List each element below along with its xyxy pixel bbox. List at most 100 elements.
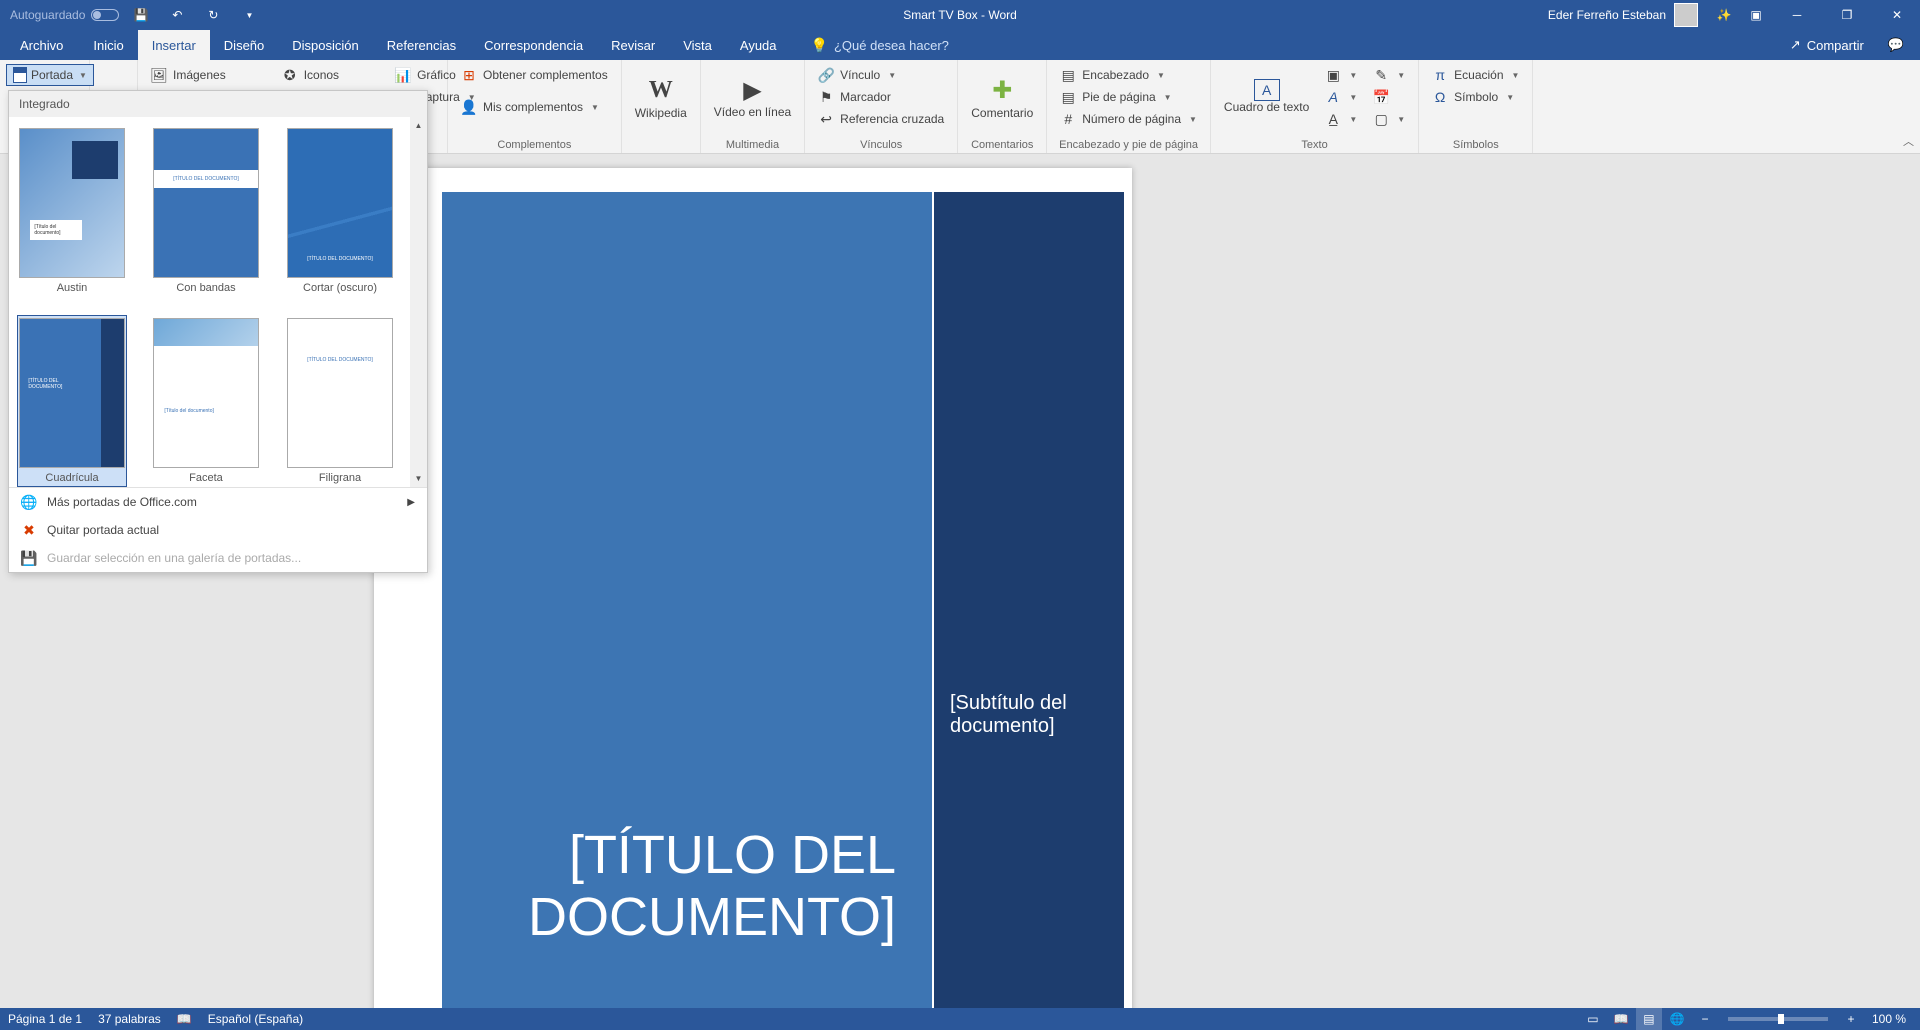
tab-help[interactable]: Ayuda [726, 30, 791, 60]
remove-cover-button[interactable]: ✖ Quitar portada actual [9, 516, 427, 544]
page[interactable]: [TÍTULO DEL DOCUMENTO] [Subtítulo del do… [374, 168, 1132, 1008]
comment-button[interactable]: ✚ Comentario [964, 64, 1040, 130]
gallery-scrollbar[interactable]: ▲ ▼ [410, 117, 427, 487]
tell-me-search[interactable]: 💡 ¿Qué desea hacer? [791, 30, 949, 60]
web-layout-button[interactable]: 🌐 [1664, 1008, 1690, 1030]
equation-button[interactable]: πEcuación▼ [1425, 64, 1526, 86]
redo-icon[interactable]: ↻ [199, 1, 227, 29]
store-icon: ⊞ [461, 67, 477, 83]
quick-parts-button[interactable]: ▣▼ [1318, 64, 1364, 86]
text-box-icon: A [1254, 79, 1280, 101]
collapse-ribbon-button[interactable]: ︿ [1903, 133, 1914, 149]
cross-reference-button[interactable]: ↩Referencia cruzada [811, 108, 951, 130]
zoom-slider[interactable] [1728, 1017, 1828, 1021]
cover-template-filigrana[interactable]: Filigrana [285, 315, 395, 487]
user-name: Eder Ferreño Esteban [1548, 8, 1666, 22]
tab-mailings[interactable]: Correspondencia [470, 30, 597, 60]
cover-template-con-bandas[interactable]: Con bandas [151, 125, 261, 297]
zoom-out-button[interactable]: − [1692, 1008, 1718, 1030]
tab-review[interactable]: Revisar [597, 30, 669, 60]
tab-file[interactable]: Archivo [4, 30, 79, 60]
document-title-placeholder[interactable]: [TÍTULO DEL DOCUMENTO] [442, 824, 896, 948]
group-header-footer-label: Encabezado y pie de página [1053, 137, 1204, 151]
print-layout-button[interactable]: ▤ [1636, 1008, 1662, 1030]
read-mode-button[interactable]: 📖 [1608, 1008, 1634, 1030]
scroll-down-icon[interactable]: ▼ [410, 470, 427, 487]
quick-parts-icon: ▣ [1325, 67, 1341, 83]
spell-check-icon[interactable]: 📖 [177, 1012, 192, 1026]
more-covers-office-button[interactable]: 🌐 Más portadas de Office.com ▶ [9, 488, 427, 516]
wikipedia-button[interactable]: W Wikipedia [628, 64, 694, 130]
word-count[interactable]: 37 palabras [98, 1012, 161, 1026]
pictures-icon: 🖼 [151, 67, 167, 83]
object-icon: ▢ [1373, 111, 1389, 127]
status-bar: Página 1 de 1 37 palabras 📖 Español (Esp… [0, 1008, 1920, 1030]
cover-side-panel[interactable]: [Subtítulo del documento] [934, 192, 1124, 1008]
symbol-button[interactable]: ΩSímbolo▼ [1425, 86, 1526, 108]
group-links-label: Vínculos [811, 137, 951, 151]
focus-mode-button[interactable]: ▭ [1580, 1008, 1606, 1030]
page-indicator[interactable]: Página 1 de 1 [8, 1012, 82, 1026]
undo-icon[interactable]: ↶ [163, 1, 191, 29]
link-button[interactable]: 🔗Vínculo▼ [811, 64, 951, 86]
tab-view[interactable]: Vista [669, 30, 726, 60]
date-time-button[interactable]: 📅 [1366, 86, 1412, 108]
addins-icon: 👤 [461, 99, 477, 115]
header-button[interactable]: ▤Encabezado▼ [1053, 64, 1204, 86]
coming-soon-icon[interactable]: ✨ [1710, 1, 1738, 29]
signature-icon: ✎ [1373, 67, 1389, 83]
zoom-level[interactable]: 100 % [1866, 1012, 1912, 1026]
user-account[interactable]: Eder Ferreño Esteban [1548, 3, 1706, 27]
ribbon-display-icon[interactable]: ▣ [1742, 1, 1770, 29]
cover-template-austin[interactable]: Austin [17, 125, 127, 297]
signature-button[interactable]: ✎▼ [1366, 64, 1412, 86]
ribbon-tabs: Archivo Inicio Insertar Diseño Disposici… [0, 30, 1920, 60]
filigrana-thumbnail [287, 318, 393, 468]
object-button[interactable]: ▢▼ [1366, 108, 1412, 130]
minimize-button[interactable]: ─ [1774, 0, 1820, 30]
cover-template-faceta[interactable]: Faceta [151, 315, 261, 487]
cover-template-cuadricula[interactable]: Cuadrícula [17, 315, 127, 487]
gallery-section-header: Integrado [9, 91, 427, 117]
cross-ref-icon: ↩ [818, 111, 834, 127]
comments-pane-button[interactable]: 💬 [1876, 30, 1916, 60]
tell-me-placeholder: ¿Qué desea hacer? [834, 38, 949, 53]
share-button[interactable]: ↗ Compartir [1778, 30, 1876, 60]
tab-references[interactable]: Referencias [373, 30, 470, 60]
text-box-button[interactable]: A Cuadro de texto [1217, 64, 1316, 130]
scroll-up-icon[interactable]: ▲ [410, 117, 427, 134]
bookmark-icon: ⚑ [818, 89, 834, 105]
document-subtitle-placeholder[interactable]: [Subtítulo del documento] [950, 692, 1108, 738]
zoom-in-button[interactable]: + [1838, 1008, 1864, 1030]
link-icon: 🔗 [818, 67, 834, 83]
icons-button[interactable]: ✪Iconos [275, 64, 346, 86]
my-addins-button[interactable]: 👤Mis complementos▼ [454, 96, 615, 118]
tab-home[interactable]: Inicio [79, 30, 137, 60]
pictures-button[interactable]: 🖼Imágenes [144, 64, 233, 86]
wordart-button[interactable]: A▼ [1318, 86, 1364, 108]
maximize-button[interactable]: ❐ [1824, 0, 1870, 30]
bookmark-button[interactable]: ⚑Marcador [811, 86, 951, 108]
cover-page-button[interactable]: Portada ▼ [6, 64, 94, 86]
cover-template-cortar-oscuro[interactable]: Cortar (oscuro) [285, 125, 395, 297]
autosave-label: Autoguardado [10, 8, 85, 22]
cover-main-panel[interactable]: [TÍTULO DEL DOCUMENTO] [442, 192, 932, 1008]
tab-design[interactable]: Diseño [210, 30, 278, 60]
tab-insert[interactable]: Insertar [138, 30, 210, 60]
footer-button[interactable]: ▤Pie de página▼ [1053, 86, 1204, 108]
drop-cap-button[interactable]: A̲▼ [1318, 108, 1364, 130]
online-video-button[interactable]: ▶ Vídeo en línea [707, 64, 798, 130]
qat-customize-icon[interactable]: ▼ [235, 1, 263, 29]
language-indicator[interactable]: Español (España) [208, 1012, 303, 1026]
cover-page-icon [13, 67, 27, 83]
tab-layout[interactable]: Disposición [278, 30, 372, 60]
page-number-button[interactable]: #Número de página▼ [1053, 108, 1204, 130]
wikipedia-icon: W [645, 74, 677, 106]
save-icon[interactable]: 💾 [127, 1, 155, 29]
wordart-icon: A [1325, 89, 1341, 105]
get-addins-button[interactable]: ⊞Obtener complementos [454, 64, 615, 86]
video-icon: ▶ [736, 74, 768, 106]
autosave-toggle[interactable]: Autoguardado [10, 8, 119, 22]
remove-icon: ✖ [21, 522, 37, 538]
close-button[interactable]: ✕ [1874, 0, 1920, 30]
